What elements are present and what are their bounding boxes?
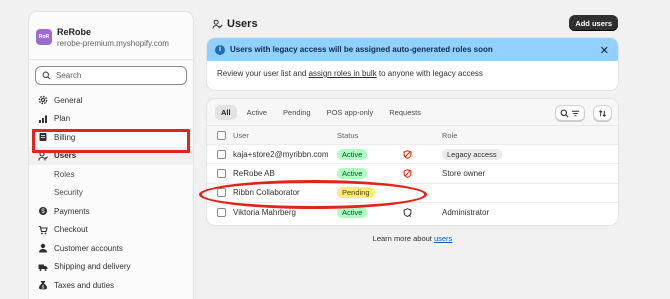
gear-icon <box>38 95 48 105</box>
sidebar-item-shipping-and-delivery[interactable]: Shipping and delivery <box>29 258 193 277</box>
sidebar-item-label: Billing <box>54 132 76 142</box>
filter-icon <box>571 110 580 116</box>
table-row[interactable]: Viktoria Mahrberg Active Administrator <box>207 203 618 222</box>
assign-roles-link[interactable]: assign roles in bulk <box>309 69 377 78</box>
sidebar-item-label: Shipping and delivery <box>54 262 131 272</box>
page-title: Users <box>227 18 258 30</box>
sidebar-item-plan[interactable]: Plan <box>29 110 193 129</box>
shield-alert-icon <box>403 149 412 159</box>
sidebar-item-label: Checkout <box>54 225 88 235</box>
table-row[interactable]: Ribbn Collaborator Pending <box>207 184 618 203</box>
tab-requests[interactable]: Requests <box>383 105 427 120</box>
row-checkbox[interactable] <box>217 168 226 178</box>
sidebar-divider <box>29 59 193 60</box>
store-logo: RoR <box>36 29 52 45</box>
tab-pending[interactable]: Pending <box>277 105 317 120</box>
learn-more-users-link[interactable]: users <box>434 234 452 243</box>
users-table-card: All Active Pending POS app-only Requests Use… <box>207 99 618 225</box>
table-row[interactable]: kaja+store2@myribbn.com Active Legacy acce… <box>207 145 618 165</box>
user-name[interactable]: kaja+store2@myribbn.com <box>233 150 329 159</box>
sidebar-item-label: Security <box>54 188 83 198</box>
page-header: Users Add users <box>207 15 618 32</box>
banner-title: Users with legacy access will be assigne… <box>230 45 493 54</box>
sidebar-item-security[interactable]: Security <box>29 184 193 203</box>
sidebar-item-customer-accounts[interactable]: Customer accounts <box>29 239 193 258</box>
sidebar-item-label: General <box>54 95 83 105</box>
person-icon <box>38 243 48 253</box>
sidebar-item-billing[interactable]: Billing <box>29 128 193 147</box>
header-role: Role <box>442 130 458 140</box>
sidebar-item-label: Customer accounts <box>54 243 123 253</box>
sidebar-item-general[interactable]: General <box>29 91 193 110</box>
users-icon <box>38 151 48 161</box>
users-icon <box>212 19 223 29</box>
sidebar-item-checkout[interactable]: Checkout <box>29 221 193 240</box>
header-status: Status <box>337 130 359 140</box>
store-name: ReRobe <box>57 26 92 37</box>
main-content: Users Add users i Users with legacy acce… <box>207 0 618 299</box>
search-input[interactable] <box>56 71 176 80</box>
header-user: User <box>233 130 249 140</box>
truck-icon <box>38 262 48 272</box>
role-text: Store owner <box>442 168 486 178</box>
shield-check-icon <box>403 208 412 217</box>
tab-pos-app-only[interactable]: POS app-only <box>321 105 380 120</box>
banner-body-text-end: to anyone with legacy access <box>376 69 483 78</box>
search-box[interactable] <box>35 66 187 85</box>
row-checkbox[interactable] <box>217 188 226 198</box>
taxes-icon: $ <box>38 280 48 290</box>
search-icon <box>42 71 51 80</box>
user-name[interactable]: Viktoria Mahrberg <box>233 208 296 217</box>
shield-alert-icon <box>403 169 412 178</box>
store-url: rerobe-premium.myshopify.com <box>57 38 169 48</box>
learn-more: Learn more about users <box>207 234 618 243</box>
sidebar-item-label: Taxes and duties <box>54 280 115 290</box>
cart-icon <box>38 225 48 235</box>
settings-sidebar: RoR ReRobe rerobe-premium.myshopify.com … <box>28 11 194 299</box>
plan-chart-icon <box>38 114 48 124</box>
add-users-button[interactable]: Add users <box>569 15 618 31</box>
info-icon: i <box>215 44 225 55</box>
status-badge: Active <box>337 207 368 219</box>
select-all-checkbox[interactable] <box>217 130 226 140</box>
sort-icon <box>598 109 607 117</box>
row-checkbox[interactable] <box>217 149 226 159</box>
billing-icon <box>38 132 48 142</box>
sidebar-item-label: Plan <box>54 114 71 124</box>
sidebar-item-users[interactable]: Users <box>29 146 193 165</box>
tab-all[interactable]: All <box>215 104 237 120</box>
status-badge: Active <box>337 167 368 179</box>
sidebar-item-taxes-and-duties[interactable]: $ Taxes and duties <box>29 276 193 295</box>
sidebar-item-label: Roles <box>54 169 75 179</box>
table-body: kaja+store2@myribbn.com Active Legacy acce… <box>207 145 618 222</box>
sidebar-item-payments[interactable]: $ Payments <box>29 202 193 221</box>
tab-active[interactable]: Active <box>241 105 273 120</box>
settings-nav: General Plan Billing Users Roles Security $ Pay… <box>29 91 193 299</box>
table-header: User Status Role <box>207 126 618 145</box>
legacy-access-banner: i Users with legacy access will be assig… <box>207 38 618 90</box>
learn-more-text: Learn more about <box>372 234 434 243</box>
sort-button[interactable] <box>593 105 612 121</box>
search-filter-button[interactable] <box>555 105 585 121</box>
search-icon <box>560 109 569 117</box>
role-text: Administrator <box>442 208 490 218</box>
sidebar-item-label: Payments <box>54 206 90 216</box>
row-checkbox[interactable] <box>217 208 226 218</box>
role-badge: Legacy access <box>442 148 502 160</box>
status-badge: Pending <box>337 187 375 199</box>
sidebar-item-locations[interactable]: Locations <box>29 295 193 299</box>
user-name[interactable]: ReRobe AB <box>233 169 275 178</box>
close-icon[interactable]: ✕ <box>600 44 609 57</box>
sidebar-item-label: Users <box>54 151 77 161</box>
store-switcher[interactable]: RoR ReRobe rerobe-premium.myshopify.com <box>29 12 193 52</box>
user-name[interactable]: Ribbn Collaborator <box>233 188 300 197</box>
table-row[interactable]: ReRobe AB Active Store owner <box>207 164 618 184</box>
banner-body: Review your user list and assign roles i… <box>207 61 618 78</box>
status-badge: Active <box>337 148 368 160</box>
banner-body-text: Review your user list and <box>217 69 309 78</box>
sidebar-item-roles[interactable]: Roles <box>29 165 193 184</box>
payments-icon: $ <box>38 206 48 216</box>
